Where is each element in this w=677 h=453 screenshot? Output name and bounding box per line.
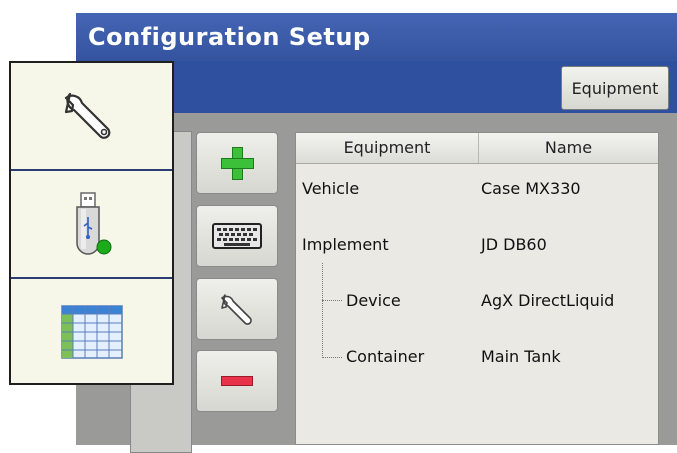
column-header-equipment[interactable]: Equipment bbox=[296, 133, 479, 163]
table-row[interactable]: Device AgX DirectLiquid bbox=[296, 286, 658, 316]
configure-button[interactable] bbox=[196, 278, 278, 340]
popup-item-usb[interactable] bbox=[11, 171, 172, 279]
popup-item-tools[interactable] bbox=[11, 63, 172, 171]
cell-name: JD DB60 bbox=[481, 235, 547, 254]
cell-equipment: Container bbox=[346, 347, 425, 366]
column-header-name[interactable]: Name bbox=[479, 133, 658, 163]
cell-name: AgX DirectLiquid bbox=[481, 291, 615, 310]
cell-name: Case MX330 bbox=[481, 179, 581, 198]
keyboard-button[interactable] bbox=[196, 205, 278, 267]
keyboard-icon bbox=[212, 223, 262, 249]
table-row[interactable]: Container Main Tank bbox=[296, 342, 658, 372]
wrench-icon bbox=[64, 92, 110, 139]
table-header: Equipment Name bbox=[296, 133, 658, 164]
minus-icon bbox=[221, 376, 253, 386]
popup-item-table[interactable] bbox=[11, 279, 172, 385]
cell-equipment: Device bbox=[346, 291, 401, 310]
wrench-icon bbox=[221, 294, 252, 325]
table-grid-icon bbox=[60, 305, 123, 359]
cell-name: Main Tank bbox=[481, 347, 561, 366]
plus-icon bbox=[221, 147, 254, 180]
add-button[interactable] bbox=[196, 132, 278, 194]
cell-equipment: Vehicle bbox=[302, 179, 360, 198]
title-bar: Configuration Setup bbox=[76, 13, 677, 61]
page-title: Configuration Setup bbox=[88, 23, 371, 51]
cell-equipment: Implement bbox=[302, 235, 389, 254]
remove-button[interactable] bbox=[196, 350, 278, 412]
usb-drive-icon bbox=[75, 192, 111, 255]
tab-equipment[interactable]: Equipment bbox=[561, 66, 669, 110]
table-row[interactable]: Vehicle Case MX330 bbox=[296, 174, 658, 204]
equipment-table: Equipment Name Vehicle Case MX330 Implem… bbox=[295, 132, 659, 445]
table-row[interactable]: Implement JD DB60 bbox=[296, 230, 658, 260]
popup-menu bbox=[9, 61, 174, 385]
